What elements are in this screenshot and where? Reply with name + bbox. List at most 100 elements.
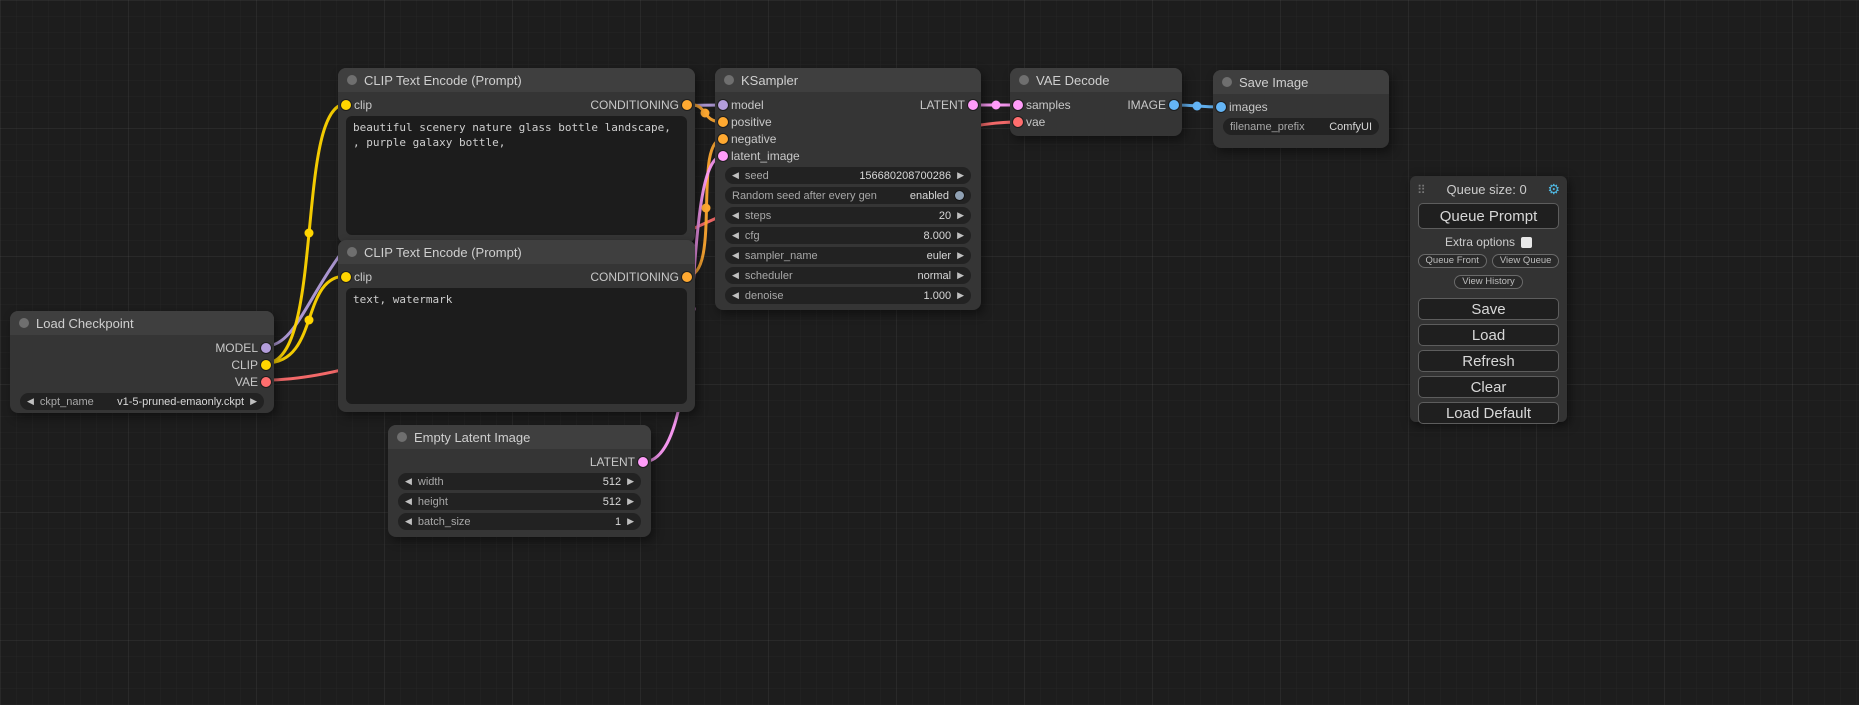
widget-ckpt-name[interactable]: ◀ ckpt_name v1-5-pruned-emaonly.ckpt ▶ <box>20 393 264 410</box>
increment-arrow-icon[interactable]: ▶ <box>957 227 964 244</box>
node-title-bar[interactable]: Load Checkpoint <box>10 311 274 335</box>
widget-height[interactable]: ◀ height 512 ▶ <box>398 493 641 510</box>
widget-seed[interactable]: ◀ seed 156680208700286 ▶ <box>725 167 971 184</box>
output-port-image[interactable] <box>1169 100 1179 110</box>
node-ksampler[interactable]: KSampler model LATENT positive negative … <box>715 68 981 310</box>
output-port-model[interactable] <box>261 343 271 353</box>
save-button[interactable]: Save <box>1418 298 1559 320</box>
increment-arrow-icon[interactable]: ▶ <box>627 473 634 490</box>
load-default-button[interactable]: Load Default <box>1418 402 1559 424</box>
increment-arrow-icon[interactable]: ▶ <box>957 247 964 264</box>
collapse-dot-icon[interactable] <box>1019 75 1029 85</box>
node-title-bar[interactable]: Empty Latent Image <box>388 425 651 449</box>
widget-sampler-name[interactable]: ◀ sampler_name euler ▶ <box>725 247 971 264</box>
input-port-latent-image[interactable] <box>718 151 728 161</box>
decrement-arrow-icon[interactable]: ◀ <box>405 513 412 530</box>
increment-arrow-icon[interactable]: ▶ <box>627 493 634 510</box>
widget-value: 512 <box>603 476 621 488</box>
output-port-label-model: MODEL <box>215 341 258 355</box>
widget-steps[interactable]: ◀ steps 20 ▶ <box>725 207 971 224</box>
toggle-knob[interactable] <box>955 191 964 200</box>
widget-batch-size[interactable]: ◀ batch_size 1 ▶ <box>398 513 641 530</box>
increment-arrow-icon[interactable]: ▶ <box>627 513 634 530</box>
input-port-negative[interactable] <box>718 134 728 144</box>
queue-menu-panel: ⠿ Queue size: 0 ⚙ Queue Prompt Extra opt… <box>1410 176 1567 422</box>
collapse-dot-icon[interactable] <box>19 318 29 328</box>
widget-label: sampler_name <box>745 250 818 262</box>
node-title-bar[interactable]: CLIP Text Encode (Prompt) <box>338 68 695 92</box>
input-port-clip[interactable] <box>341 272 351 282</box>
widget-denoise[interactable]: ◀ denoise 1.000 ▶ <box>725 287 971 304</box>
collapse-dot-icon[interactable] <box>347 247 357 257</box>
decrement-arrow-icon[interactable]: ◀ <box>732 227 739 244</box>
increment-arrow-icon[interactable]: ▶ <box>250 393 257 410</box>
port-row: positive <box>715 113 981 130</box>
decrement-arrow-icon[interactable]: ◀ <box>27 393 34 410</box>
link-midpoint-dot <box>992 101 1001 110</box>
load-button[interactable]: Load <box>1418 324 1559 346</box>
view-queue-button[interactable]: View Queue <box>1492 254 1560 268</box>
node-save-image[interactable]: Save Image images filename_prefix ComfyU… <box>1213 70 1389 148</box>
node-title: CLIP Text Encode (Prompt) <box>364 245 522 260</box>
queue-prompt-button[interactable]: Queue Prompt <box>1418 203 1559 229</box>
settings-gear-icon[interactable]: ⚙ <box>1547 181 1560 198</box>
extra-options-checkbox[interactable] <box>1521 237 1532 248</box>
input-port-positive[interactable] <box>718 117 728 127</box>
queue-front-button[interactable]: Queue Front <box>1418 254 1487 268</box>
widget-value: 1 <box>615 516 621 528</box>
prompt-text-area[interactable]: beautiful scenery nature glass bottle la… <box>346 116 687 235</box>
widget-random-seed-toggle[interactable]: Random seed after every gen enabled <box>725 187 971 204</box>
port-row: vae <box>1010 113 1182 130</box>
collapse-dot-icon[interactable] <box>724 75 734 85</box>
drag-handle-icon[interactable]: ⠿ <box>1417 183 1426 197</box>
node-title-bar[interactable]: VAE Decode <box>1010 68 1182 92</box>
output-port-conditioning[interactable] <box>682 100 692 110</box>
decrement-arrow-icon[interactable]: ◀ <box>732 287 739 304</box>
collapse-dot-icon[interactable] <box>397 432 407 442</box>
widget-filename-prefix[interactable]: filename_prefix ComfyUI <box>1223 118 1379 135</box>
output-port-latent[interactable] <box>968 100 978 110</box>
decrement-arrow-icon[interactable]: ◀ <box>732 207 739 224</box>
port-row: MODEL <box>10 339 274 356</box>
port-row: images <box>1213 98 1389 115</box>
node-title-bar[interactable]: Save Image <box>1213 70 1389 94</box>
input-port-samples[interactable] <box>1013 100 1023 110</box>
increment-arrow-icon[interactable]: ▶ <box>957 207 964 224</box>
output-port-latent[interactable] <box>638 457 648 467</box>
graph-canvas[interactable]: Load Checkpoint MODEL CLIP VAE ◀ ckpt_na… <box>0 0 1859 705</box>
node-empty-latent-image[interactable]: Empty Latent Image LATENT ◀ width 512 ▶ … <box>388 425 651 537</box>
node-vae-decode[interactable]: VAE Decode samples IMAGE vae <box>1010 68 1182 136</box>
decrement-arrow-icon[interactable]: ◀ <box>732 167 739 184</box>
input-port-vae[interactable] <box>1013 117 1023 127</box>
node-title: Save Image <box>1239 75 1308 90</box>
decrement-arrow-icon[interactable]: ◀ <box>732 267 739 284</box>
output-port-clip[interactable] <box>261 360 271 370</box>
widget-scheduler[interactable]: ◀ scheduler normal ▶ <box>725 267 971 284</box>
input-port-images[interactable] <box>1216 102 1226 112</box>
node-clip-text-encode-negative[interactable]: CLIP Text Encode (Prompt) clip CONDITION… <box>338 240 695 412</box>
node-load-checkpoint[interactable]: Load Checkpoint MODEL CLIP VAE ◀ ckpt_na… <box>10 311 274 413</box>
increment-arrow-icon[interactable]: ▶ <box>957 287 964 304</box>
collapse-dot-icon[interactable] <box>1222 77 1232 87</box>
decrement-arrow-icon[interactable]: ◀ <box>405 493 412 510</box>
decrement-arrow-icon[interactable]: ◀ <box>732 247 739 264</box>
input-port-label-negative: negative <box>731 132 776 146</box>
decrement-arrow-icon[interactable]: ◀ <box>405 473 412 490</box>
node-title-bar[interactable]: KSampler <box>715 68 981 92</box>
prompt-text-area[interactable]: text, watermark <box>346 288 687 404</box>
increment-arrow-icon[interactable]: ▶ <box>957 167 964 184</box>
refresh-button[interactable]: Refresh <box>1418 350 1559 372</box>
increment-arrow-icon[interactable]: ▶ <box>957 267 964 284</box>
output-port-label-clip: CLIP <box>231 358 258 372</box>
output-port-conditioning[interactable] <box>682 272 692 282</box>
clear-button[interactable]: Clear <box>1418 376 1559 398</box>
input-port-clip[interactable] <box>341 100 351 110</box>
widget-width[interactable]: ◀ width 512 ▶ <box>398 473 641 490</box>
view-history-button[interactable]: View History <box>1454 275 1523 289</box>
node-title-bar[interactable]: CLIP Text Encode (Prompt) <box>338 240 695 264</box>
node-clip-text-encode-positive[interactable]: CLIP Text Encode (Prompt) clip CONDITION… <box>338 68 695 243</box>
collapse-dot-icon[interactable] <box>347 75 357 85</box>
widget-cfg[interactable]: ◀ cfg 8.000 ▶ <box>725 227 971 244</box>
input-port-model[interactable] <box>718 100 728 110</box>
output-port-vae[interactable] <box>261 377 271 387</box>
